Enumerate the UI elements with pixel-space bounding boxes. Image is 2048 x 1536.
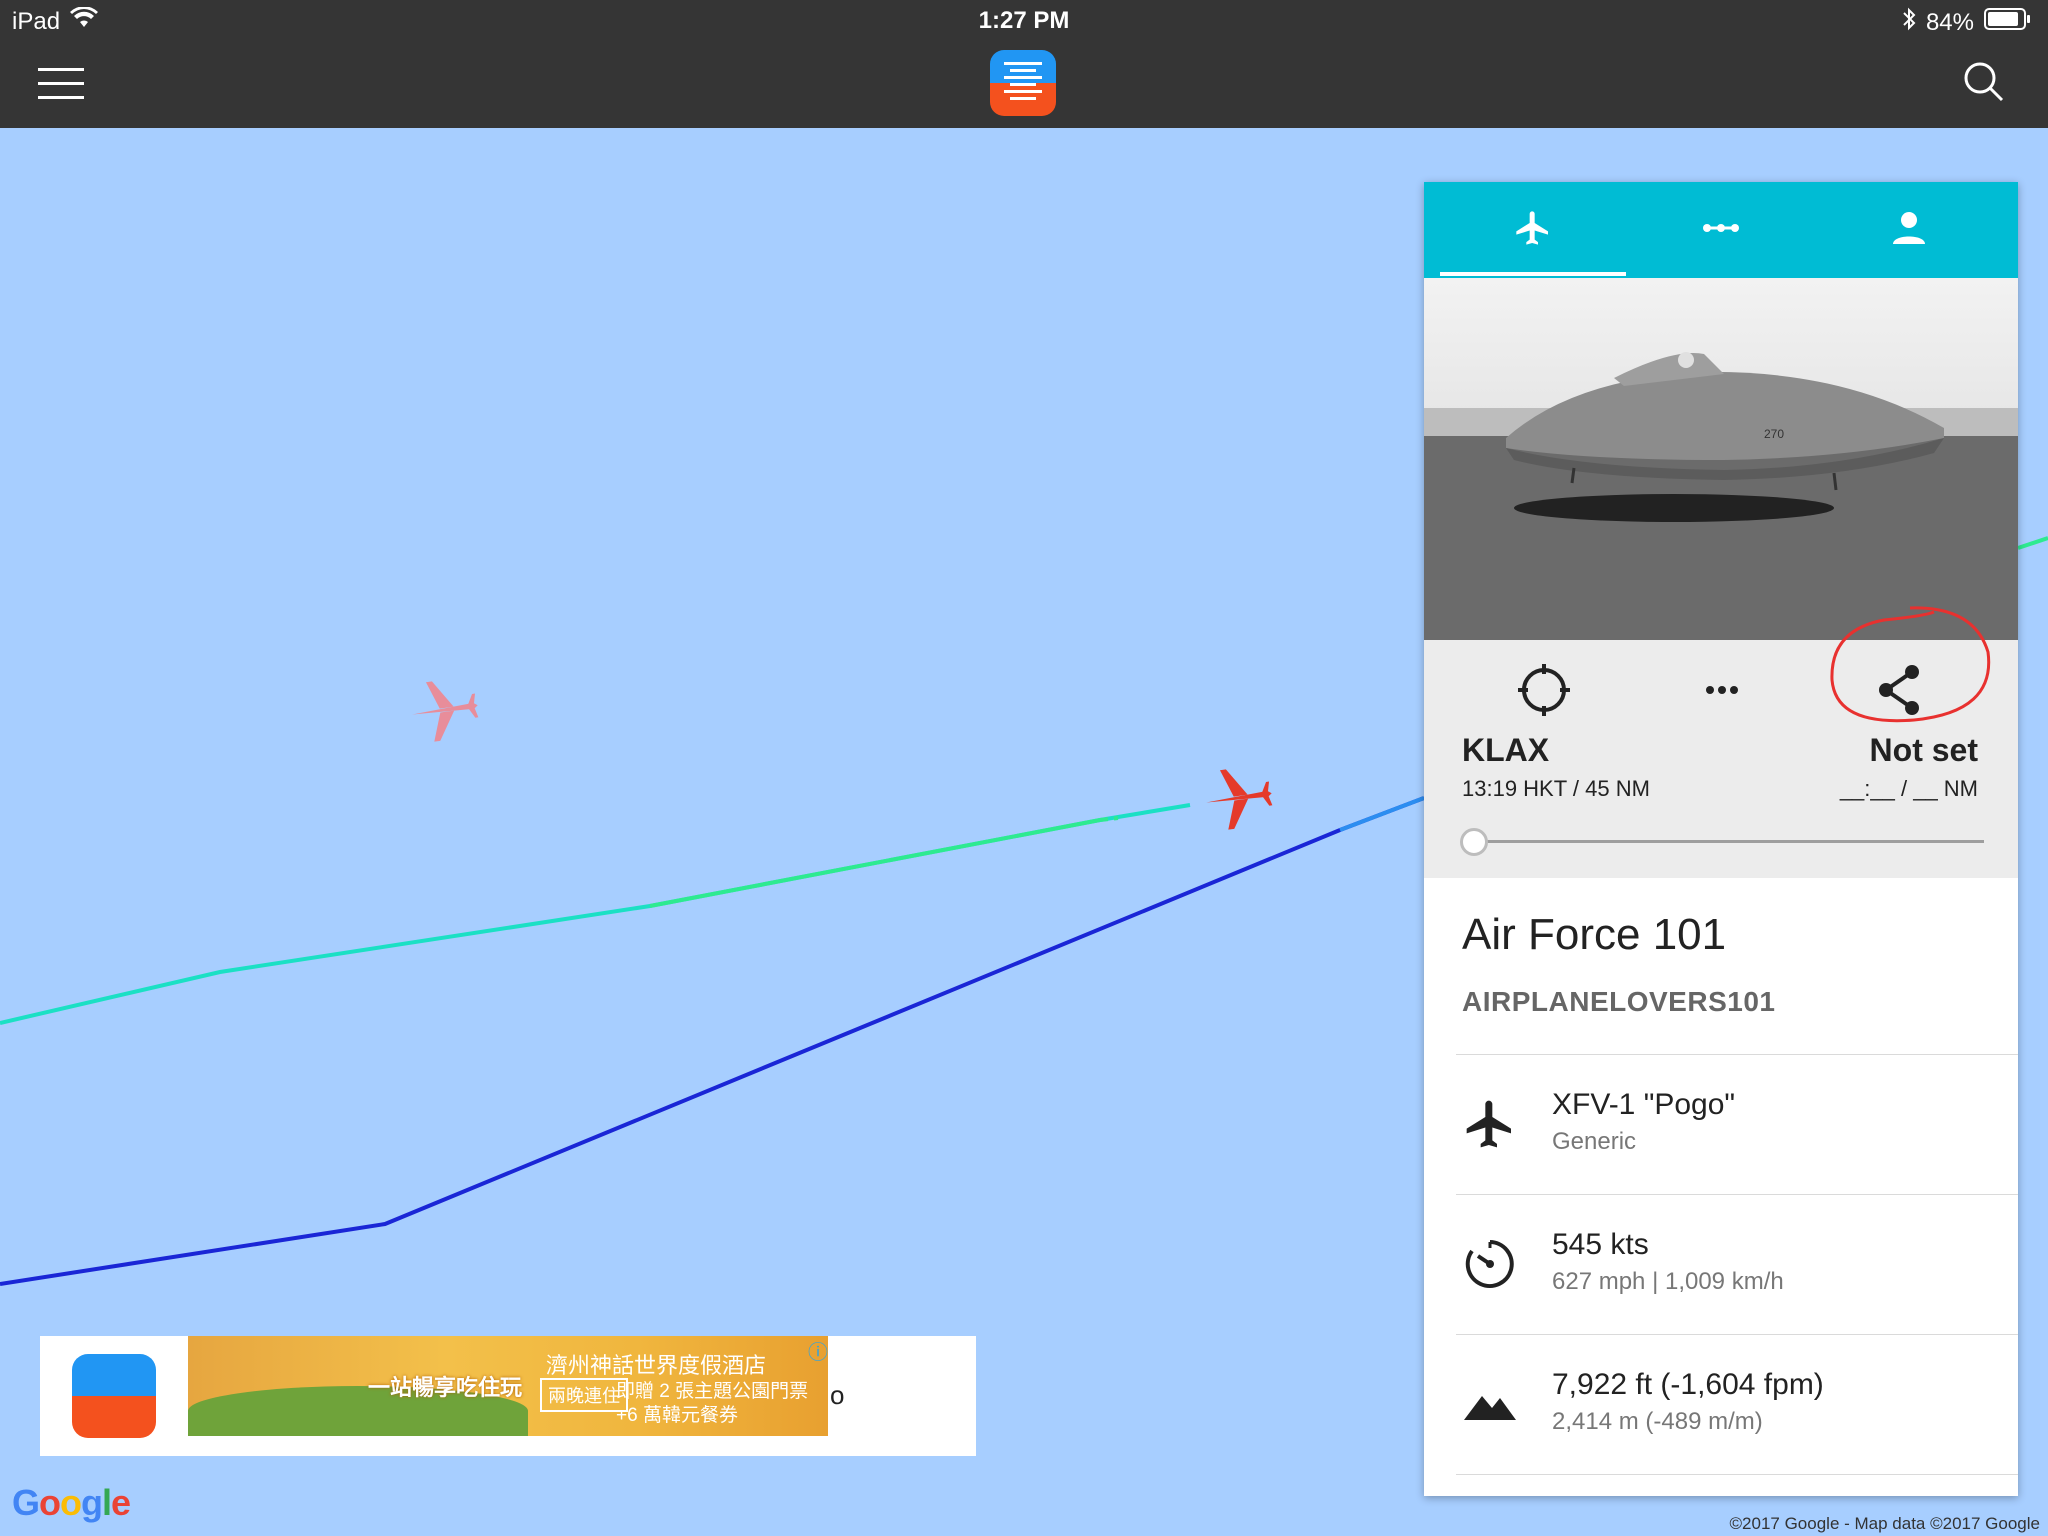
ad-headline: 一站暢享吃住玩: [368, 1375, 523, 1400]
panel-tabs: [1424, 182, 2018, 278]
ad-offer-line-1: 即贈 2 張主題公園門票: [616, 1381, 809, 1402]
divider: [1456, 1054, 2018, 1055]
ad-tail-text: o: [830, 1380, 845, 1410]
search-icon[interactable]: [1962, 60, 2006, 104]
tab-route[interactable]: [1628, 182, 1814, 278]
ad-banner[interactable]: 一站暢享吃住玩 濟州神話世界度假酒店 兩晚連住 即贈 2 張主題公園門票 +6 …: [40, 1336, 976, 1456]
annotation-red-circle: [1830, 606, 1991, 723]
ad-image[interactable]: 一站暢享吃住玩 濟州神話世界度假酒店 兩晚連住 即贈 2 張主題公園門票 +6 …: [188, 1336, 828, 1436]
battery-percent: 84%: [1925, 8, 1974, 36]
status-bar: iPad 1:27 PM 84%: [0, 0, 2048, 40]
app-logo[interactable]: [990, 50, 1056, 116]
altitude-ft: 7,922 ft (-1,604 fpm): [1552, 1368, 1824, 1401]
route-dots-icon: [1703, 224, 1739, 232]
airplane-icon: [1466, 1100, 1511, 1148]
speed-row[interactable]: 545 kts 627 mph | 1,009 km/h: [1424, 1196, 2018, 1336]
speed-gauge-icon: [1465, 1240, 1514, 1288]
ad-offer-box: 兩晚連住: [540, 1378, 628, 1412]
flight-info-panel: 270 KLAX 13:19 HKT / 45 NM Not set __:__…: [1424, 182, 2018, 1496]
origin-airport-code: KLAX: [1462, 732, 1550, 768]
aircraft-type-row[interactable]: XFV-1 "Pogo" Generic: [1424, 1056, 2018, 1196]
altitude-metric: 2,414 m (-489 m/m): [1552, 1408, 1763, 1435]
altitude-row[interactable]: 7,922 ft (-1,604 fpm) 2,414 m (-489 m/m): [1424, 1336, 2018, 1476]
route-progress-track: [1474, 840, 1984, 843]
photo-text: 270: [1764, 427, 1784, 441]
flight-owner: AIRPLANELOVERS101: [1462, 986, 1776, 1017]
hamburger-menu-icon[interactable]: [38, 68, 84, 100]
more-options-icon[interactable]: [1692, 660, 1752, 720]
aircraft-marker-faded[interactable]: [408, 676, 482, 745]
aircraft-marker-selected[interactable]: [1202, 764, 1276, 833]
flying-saucer-illustration: 270: [1424, 352, 2018, 640]
destination-detail: __:__ / __ NM: [1839, 776, 1978, 801]
destination-airport-code: Not set: [1869, 732, 1978, 768]
aircraft-type: XFV-1 "Pogo": [1552, 1088, 1736, 1121]
person-icon: [1893, 212, 1925, 244]
mountain-altitude-icon: [1464, 1396, 1516, 1420]
battery-icon: [1984, 7, 2032, 38]
divider: [1456, 1194, 2018, 1195]
status-right: 84%: [1902, 7, 2032, 38]
ad-app-logo[interactable]: [72, 1354, 156, 1438]
speed-conversions: 627 mph | 1,009 km/h: [1552, 1268, 1784, 1295]
bluetooth-icon: [1902, 7, 1916, 38]
tab-aircraft[interactable]: [1440, 182, 1626, 278]
tab-person[interactable]: [1816, 182, 2002, 278]
status-time: 1:27 PM: [978, 7, 1070, 34]
active-tab-indicator: [1440, 272, 1626, 276]
flight-name: Air Force 101: [1462, 910, 1727, 959]
origin-detail: 13:19 HKT / 45 NM: [1462, 776, 1650, 801]
google-logo: Google: [12, 1482, 131, 1523]
app-bar: [0, 40, 2048, 128]
aircraft-type-sub: Generic: [1552, 1128, 1637, 1155]
divider: [1456, 1334, 2018, 1335]
airplane-icon: [1516, 211, 1548, 245]
speed-kts: 545 kts: [1552, 1228, 1649, 1261]
ad-info-icon[interactable]: ⓘ: [808, 1336, 828, 1364]
divider: [1456, 1474, 2018, 1475]
ad-offer-line-2: +6 萬韓元餐券: [616, 1405, 738, 1426]
locate-crosshair-icon[interactable]: [1514, 660, 1574, 720]
route-section: KLAX 13:19 HKT / 45 NM Not set __:__ / _…: [1424, 606, 2018, 878]
route-progress-thumb[interactable]: [1460, 828, 1488, 856]
aircraft-photo[interactable]: 270: [1424, 278, 2018, 640]
map-attribution[interactable]: ©2017 Google - Map data ©2017 Google: [1730, 1514, 2040, 1534]
